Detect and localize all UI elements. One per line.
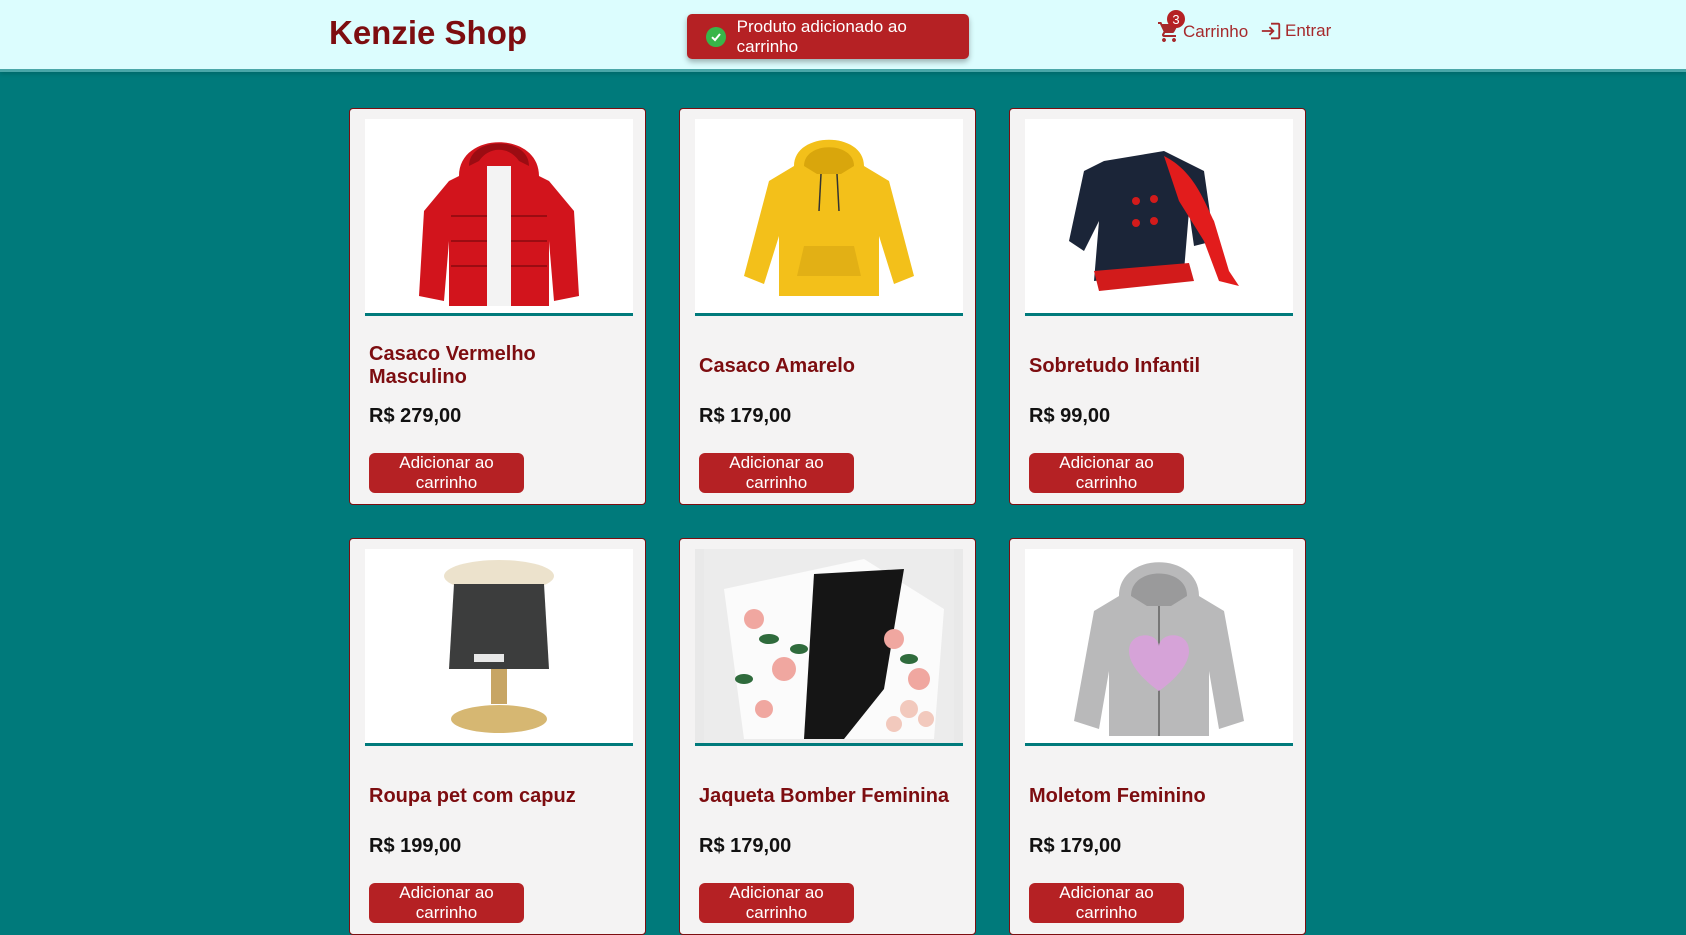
kids-coat-image (1069, 151, 1239, 291)
product-image[interactable] (365, 549, 633, 746)
product-card: Sobretudo Infantil R$ 99,00 Adicionar ao… (1009, 108, 1306, 505)
cart-label: Carrinho (1183, 22, 1249, 41)
add-to-cart-button[interactable]: Adicionar ao carrinho (699, 453, 854, 493)
login-link[interactable]: Entrar (1260, 20, 1331, 42)
cart-icon: 3 (1157, 10, 1185, 44)
product-name: Jaqueta Bomber Feminina (699, 784, 950, 807)
add-to-cart-button[interactable]: Adicionar ao carrinho (699, 883, 854, 923)
product-image[interactable] (1025, 119, 1293, 316)
site-logo[interactable]: Kenzie Shop (329, 14, 527, 52)
product-card: Jaqueta Bomber Feminina R$ 179,00 Adicio… (679, 538, 976, 935)
product-image[interactable] (365, 119, 633, 316)
product-price: R$ 279,00 (369, 405, 462, 427)
floral-bomber-image (704, 549, 954, 743)
product-name: Casaco Vermelho Masculino (369, 343, 536, 388)
add-to-cart-button[interactable]: Adicionar ao carrinho (1029, 453, 1184, 493)
product-card: Moletom Feminino R$ 179,00 Adicionar ao … (1009, 538, 1306, 935)
add-to-cart-button[interactable]: Adicionar ao carrinho (369, 883, 524, 923)
product-price: R$ 199,00 (369, 835, 462, 857)
pet-hoodie-image (444, 559, 554, 733)
header: Kenzie Shop Produto adicionado ao carrin… (0, 0, 1686, 72)
add-to-cart-button[interactable]: Adicionar ao carrinho (1029, 883, 1184, 923)
product-name: Casaco Amarelo (699, 354, 855, 377)
toast-message: Produto adicionado ao carrinho (736, 16, 907, 56)
product-image[interactable] (695, 549, 963, 746)
product-card: Casaco Amarelo R$ 179,00 Adicionar ao ca… (679, 108, 976, 505)
yellow-hoodie-image (744, 139, 914, 296)
add-to-cart-button[interactable]: Adicionar ao carrinho (369, 453, 524, 493)
product-card: Roupa pet com capuz R$ 199,00 Adicionar … (349, 538, 646, 935)
product-price: R$ 99,00 (1029, 405, 1111, 427)
product-price: R$ 179,00 (1029, 835, 1122, 857)
product-card: Casaco Vermelho Masculino R$ 279,00 Adic… (349, 108, 646, 505)
product-image[interactable] (1025, 549, 1293, 746)
product-image[interactable] (695, 119, 963, 316)
login-icon (1261, 22, 1281, 40)
toast-notification[interactable]: Produto adicionado ao carrinho (687, 14, 969, 59)
product-price: R$ 179,00 (699, 835, 792, 857)
product-price: R$ 179,00 (699, 405, 792, 427)
cart-link[interactable]: 3 Carrinho (1157, 10, 1249, 44)
product-name: Sobretudo Infantil (1029, 354, 1201, 377)
product-name: Roupa pet com capuz (369, 784, 576, 807)
login-label: Entrar (1285, 21, 1332, 40)
gray-hoodie-image (1074, 562, 1244, 736)
red-jacket-image (419, 142, 579, 306)
product-name: Moletom Feminino (1029, 784, 1206, 807)
check-circle-icon (706, 26, 726, 47)
cart-count-badge: 3 (1167, 10, 1185, 28)
